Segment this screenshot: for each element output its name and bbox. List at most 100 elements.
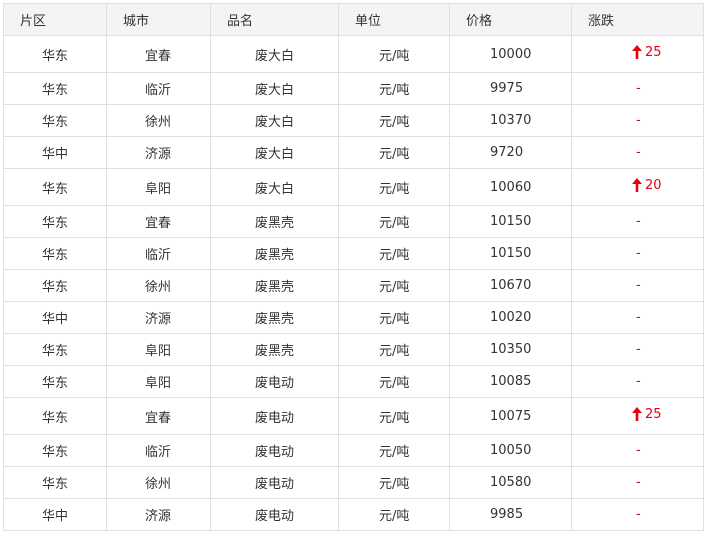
cell-price: 10670	[449, 269, 572, 302]
cell-price: 10150	[449, 237, 572, 270]
table-row: 华东 阜阳 废黑壳 元/吨 10350 -	[3, 333, 704, 366]
cell-change: -	[571, 333, 704, 366]
cell-unit: 元/吨	[338, 168, 450, 206]
cell-name: 废大白	[210, 35, 339, 73]
cell-unit: 元/吨	[338, 205, 450, 238]
cell-region: 华东	[3, 466, 107, 499]
cell-city: 临沂	[106, 237, 211, 270]
change-none: -	[636, 507, 641, 522]
arrow-up-icon	[632, 407, 642, 422]
cell-change: -	[571, 301, 704, 334]
cell-region: 华中	[3, 498, 107, 531]
cell-change: -	[571, 269, 704, 302]
cell-region: 华东	[3, 104, 107, 137]
cell-unit: 元/吨	[338, 434, 450, 467]
cell-unit: 元/吨	[338, 136, 450, 169]
header-row: 片区 城市 品名 单位 价格 涨跌	[3, 3, 704, 36]
cell-change: -	[571, 434, 704, 467]
cell-name: 废电动	[210, 498, 339, 531]
cell-change: -	[571, 365, 704, 398]
change-up: 25	[632, 45, 662, 60]
cell-region: 华东	[3, 168, 107, 206]
cell-name: 废电动	[210, 397, 339, 435]
cell-unit: 元/吨	[338, 397, 450, 435]
cell-city: 临沂	[106, 72, 211, 105]
cell-name: 废大白	[210, 136, 339, 169]
cell-name: 废黑壳	[210, 269, 339, 302]
cell-city: 徐州	[106, 269, 211, 302]
change-none: -	[636, 81, 641, 96]
cell-region: 华东	[3, 205, 107, 238]
header-name: 品名	[210, 3, 339, 36]
cell-region: 华东	[3, 397, 107, 435]
cell-region: 华东	[3, 35, 107, 73]
table-row: 华东 宜春 废电动 元/吨 10075 25	[3, 397, 704, 435]
change-none: -	[636, 113, 641, 128]
cell-change: 20	[571, 168, 704, 206]
cell-region: 华东	[3, 333, 107, 366]
table-row: 华东 阜阳 废大白 元/吨 10060 20	[3, 168, 704, 206]
change-none: -	[636, 214, 641, 229]
header-price: 价格	[449, 3, 572, 36]
cell-city: 徐州	[106, 466, 211, 499]
cell-city: 徐州	[106, 104, 211, 137]
table-row: 华东 临沂 废大白 元/吨 9975 -	[3, 72, 704, 105]
cell-unit: 元/吨	[338, 104, 450, 137]
table-row: 华东 徐州 废黑壳 元/吨 10670 -	[3, 269, 704, 302]
cell-region: 华中	[3, 301, 107, 334]
cell-region: 华中	[3, 136, 107, 169]
header-region: 片区	[3, 3, 107, 36]
cell-price: 9975	[449, 72, 572, 105]
change-none: -	[636, 145, 641, 160]
cell-name: 废电动	[210, 434, 339, 467]
cell-price: 10150	[449, 205, 572, 238]
header-change: 涨跌	[571, 3, 704, 36]
arrow-up-icon	[632, 178, 642, 193]
cell-change: -	[571, 498, 704, 531]
cell-unit: 元/吨	[338, 72, 450, 105]
cell-price: 10075	[449, 397, 572, 435]
cell-unit: 元/吨	[338, 466, 450, 499]
cell-name: 废黑壳	[210, 237, 339, 270]
table-row: 华东 宜春 废大白 元/吨 10000 25	[3, 35, 704, 73]
cell-unit: 元/吨	[338, 301, 450, 334]
cell-name: 废电动	[210, 365, 339, 398]
cell-name: 废大白	[210, 72, 339, 105]
cell-name: 废黑壳	[210, 333, 339, 366]
cell-change: -	[571, 104, 704, 137]
cell-city: 阜阳	[106, 333, 211, 366]
cell-price: 10580	[449, 466, 572, 499]
cell-change: 25	[571, 397, 704, 435]
cell-price: 10350	[449, 333, 572, 366]
cell-name: 废黑壳	[210, 301, 339, 334]
cell-price: 10000	[449, 35, 572, 73]
cell-unit: 元/吨	[338, 35, 450, 73]
cell-unit: 元/吨	[338, 333, 450, 366]
change-up: 20	[632, 178, 662, 193]
cell-unit: 元/吨	[338, 365, 450, 398]
cell-price: 10370	[449, 104, 572, 137]
cell-price: 9720	[449, 136, 572, 169]
change-up: 25	[632, 407, 662, 422]
cell-price: 9985	[449, 498, 572, 531]
change-none: -	[636, 310, 641, 325]
cell-name: 废电动	[210, 466, 339, 499]
price-table: 片区 城市 品名 单位 价格 涨跌 华东 宜春 废大白 元/吨 10000 25…	[3, 3, 704, 531]
table-row: 华东 宜春 废黑壳 元/吨 10150 -	[3, 205, 704, 238]
cell-change: -	[571, 136, 704, 169]
cell-change: -	[571, 466, 704, 499]
cell-change: 25	[571, 35, 704, 73]
cell-region: 华东	[3, 237, 107, 270]
arrow-up-icon	[632, 45, 642, 60]
change-none: -	[636, 374, 641, 389]
cell-city: 济源	[106, 136, 211, 169]
change-none: -	[636, 278, 641, 293]
cell-unit: 元/吨	[338, 237, 450, 270]
table-row: 华东 临沂 废黑壳 元/吨 10150 -	[3, 237, 704, 270]
change-value: 25	[645, 406, 662, 422]
cell-city: 阜阳	[106, 365, 211, 398]
change-value: 20	[645, 177, 662, 193]
cell-price: 10085	[449, 365, 572, 398]
cell-name: 废大白	[210, 168, 339, 206]
cell-city: 济源	[106, 498, 211, 531]
